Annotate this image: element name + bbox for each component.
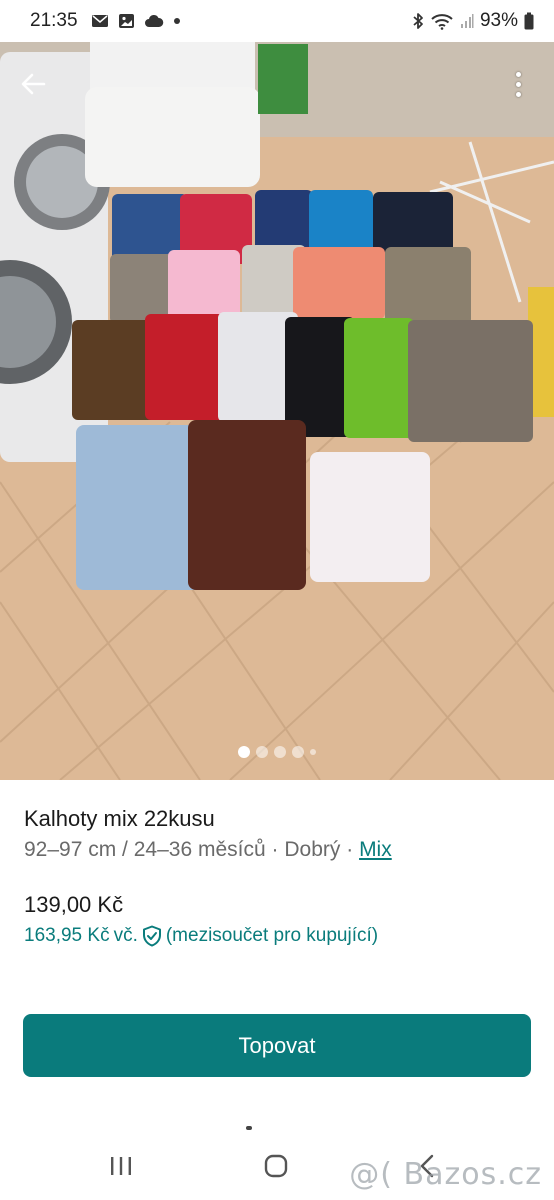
more-vertical-icon[interactable]	[500, 66, 536, 102]
photo-illustration	[0, 42, 554, 780]
attr-separator: ·	[346, 838, 354, 861]
signal-icon	[460, 13, 474, 29]
nav-handle	[246, 1126, 252, 1130]
status-right: 93%	[412, 10, 534, 32]
back-arrow-icon[interactable]	[16, 66, 52, 102]
listing-size: 92–97 cm / 24–36 měsíců	[24, 838, 266, 861]
carousel-dot-active[interactable]	[238, 746, 250, 758]
carousel-dot[interactable]	[292, 746, 304, 758]
listing-photo[interactable]	[0, 42, 554, 780]
listing-title: Kalhoty mix 22kusu	[24, 806, 215, 831]
recent-apps-icon[interactable]	[105, 1150, 137, 1182]
home-icon[interactable]	[260, 1150, 292, 1182]
more-dot	[515, 71, 521, 77]
carousel-dot[interactable]	[274, 746, 286, 758]
buyer-protection-price[interactable]: 163,95 Kč vč. (mezisoučet pro kupující)	[24, 925, 378, 947]
cloud-icon	[144, 14, 164, 28]
price-total-value: 163,95 Kč	[24, 925, 110, 946]
attr-separator: ·	[271, 838, 279, 861]
price-total-note: (mezisoučet pro kupující)	[165, 925, 379, 946]
status-left: 21:35	[30, 10, 181, 32]
carousel-dot[interactable]	[310, 749, 316, 755]
mail-icon	[91, 14, 109, 28]
carousel-dot[interactable]	[256, 746, 268, 758]
wifi-icon	[430, 12, 454, 30]
listing-price: 139,00 Kč	[24, 892, 124, 917]
listing-attributes: 92–97 cm / 24–36 měsíců · Dobrý · Mix	[24, 838, 392, 862]
price-total-suffix: vč.	[113, 925, 138, 946]
battery-percent: 93%	[479, 10, 518, 31]
status-bar: 21:35 93%	[0, 0, 554, 42]
listing-condition: Dobrý	[284, 838, 341, 861]
status-time: 21:35	[30, 10, 78, 31]
more-dot	[515, 91, 521, 97]
topovat-button[interactable]: Topovat	[23, 1014, 531, 1077]
more-dot	[515, 81, 521, 87]
bluetooth-icon	[412, 12, 424, 30]
carousel-indicator[interactable]	[0, 746, 554, 758]
battery-icon	[524, 12, 534, 30]
watermark: @( Bazos.cz	[349, 1157, 542, 1192]
system-navigation-bar: @( Bazos.cz	[0, 1132, 554, 1200]
dot-icon	[173, 17, 181, 25]
image-icon	[118, 13, 135, 29]
listing-brand-link[interactable]: Mix	[359, 838, 392, 861]
shield-check-icon	[142, 925, 162, 947]
